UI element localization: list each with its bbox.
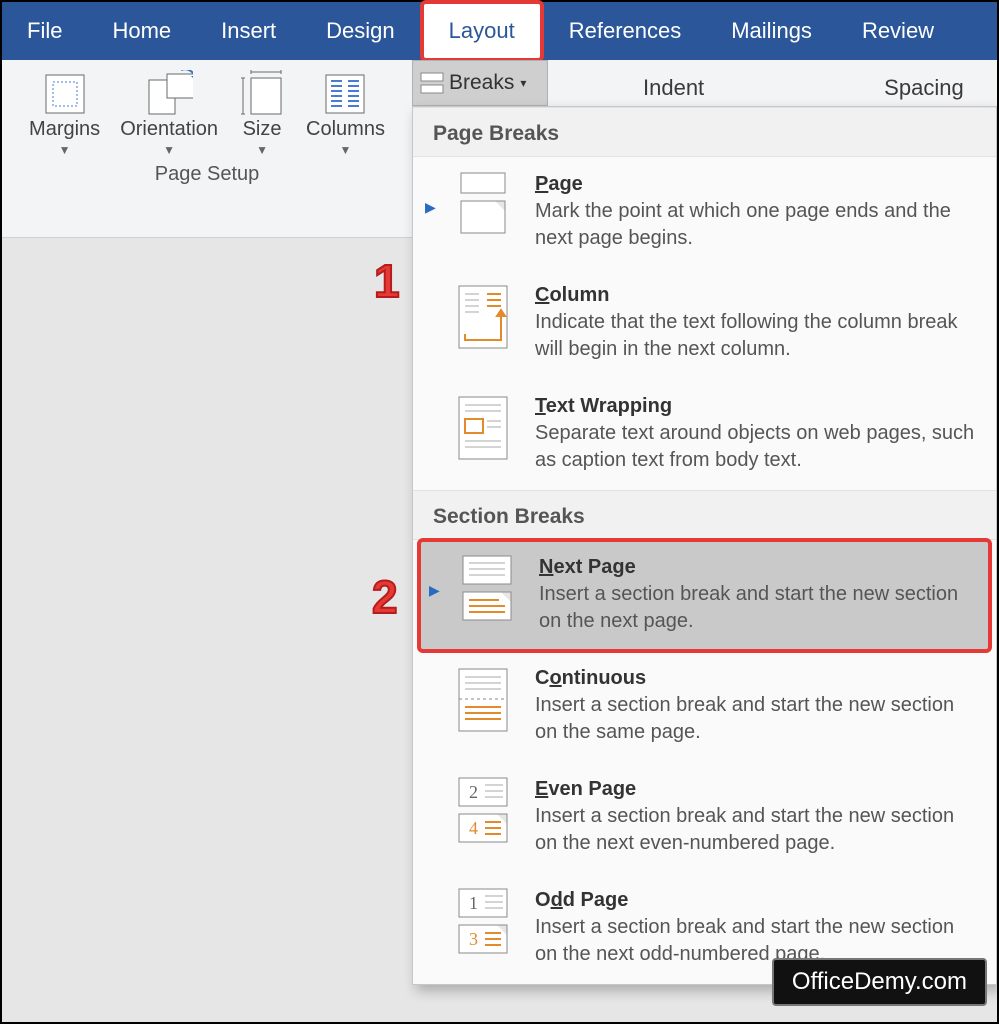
svg-text:4: 4 — [469, 818, 478, 838]
item-desc: Insert a section break and start the new… — [539, 581, 974, 635]
break-column[interactable]: Column Indicate that the text following … — [413, 268, 996, 379]
orientation-icon — [145, 70, 193, 118]
svg-text:3: 3 — [469, 929, 478, 949]
break-even-page[interactable]: 24 Even Page Insert a section break and … — [413, 762, 996, 873]
tab-design[interactable]: Design — [301, 2, 419, 60]
tab-mailings[interactable]: Mailings — [706, 2, 837, 60]
page-break-icon — [455, 171, 517, 237]
size-label: Size — [243, 118, 282, 141]
item-desc: Indicate that the text following the col… — [535, 309, 978, 363]
selection-arrow-icon: ▶ — [425, 199, 437, 216]
indent-label: Indent — [643, 75, 704, 101]
tab-layout[interactable]: Layout — [420, 0, 544, 62]
spacing-label: Spacing — [884, 75, 964, 101]
break-continuous[interactable]: Continuous Insert a section break and st… — [413, 651, 996, 762]
item-title: Next Page — [539, 554, 974, 581]
item-desc: Insert a section break and start the new… — [535, 692, 978, 746]
dropdown-section-page-breaks: Page Breaks — [413, 107, 996, 157]
page-setup-label: Page Setup — [155, 163, 260, 186]
page-setup-group: Margins ▼ Orientation ▼ Size ▼ — [2, 60, 412, 237]
columns-label: Columns — [306, 118, 385, 141]
callout-1: 1 — [374, 254, 400, 308]
column-break-icon — [455, 282, 517, 352]
ribbon-tabs: File Home Insert Design Layout Reference… — [2, 2, 997, 60]
orientation-label: Orientation — [120, 118, 218, 141]
size-button[interactable]: Size ▼ — [228, 66, 296, 159]
dropdown-caret-icon: ▼ — [256, 143, 268, 157]
margins-label: Margins — [29, 118, 100, 141]
tab-file[interactable]: File — [2, 2, 87, 60]
break-text-wrapping[interactable]: Text Wrapping Separate text around objec… — [413, 379, 996, 490]
break-next-page[interactable]: ▶ Next Page Insert a section break and s… — [417, 538, 992, 653]
dropdown-caret-icon: ▼ — [340, 143, 352, 157]
item-title: Even Page — [535, 776, 978, 803]
breaks-button[interactable]: Breaks ▾ — [412, 60, 548, 106]
item-desc: Separate text around objects on web page… — [535, 420, 978, 474]
item-title: Page — [535, 171, 978, 198]
item-title: Odd Page — [535, 887, 978, 914]
odd-page-icon: 13 — [455, 887, 517, 957]
item-title: Column — [535, 282, 978, 309]
size-icon — [238, 70, 286, 118]
orientation-button[interactable]: Orientation ▼ — [110, 66, 228, 159]
item-title: Text Wrapping — [535, 393, 978, 420]
next-page-icon — [459, 554, 521, 624]
dropdown-caret-icon: ▼ — [163, 143, 175, 157]
breaks-label: Breaks — [449, 71, 514, 95]
item-title: Continuous — [535, 665, 978, 692]
item-desc: Mark the point at which one page ends an… — [535, 198, 978, 252]
watermark: OfficeDemy.com — [772, 958, 987, 1006]
margins-icon — [41, 70, 89, 118]
tab-insert[interactable]: Insert — [196, 2, 301, 60]
even-page-icon: 24 — [455, 776, 517, 846]
tab-references[interactable]: References — [544, 2, 707, 60]
text-wrapping-icon — [455, 393, 517, 463]
tab-review[interactable]: Review — [837, 2, 959, 60]
dropdown-caret-icon: ▼ — [59, 143, 71, 157]
breaks-dropdown: Page Breaks ▶ Page Mark the point at whi… — [412, 106, 997, 985]
svg-text:1: 1 — [469, 893, 478, 913]
columns-icon — [321, 70, 369, 118]
dropdown-section-section-breaks: Section Breaks — [413, 490, 996, 540]
dropdown-caret-icon: ▾ — [520, 76, 526, 90]
breaks-icon — [419, 72, 445, 94]
item-desc: Insert a section break and start the new… — [535, 803, 978, 857]
margins-button[interactable]: Margins ▼ — [19, 66, 110, 159]
selection-arrow-icon: ▶ — [429, 582, 441, 599]
continuous-icon — [455, 665, 517, 735]
columns-button[interactable]: Columns ▼ — [296, 66, 395, 159]
svg-text:2: 2 — [469, 782, 478, 802]
break-page[interactable]: ▶ Page Mark the point at which one page … — [413, 157, 996, 268]
tab-home[interactable]: Home — [87, 2, 196, 60]
callout-2: 2 — [372, 570, 398, 624]
